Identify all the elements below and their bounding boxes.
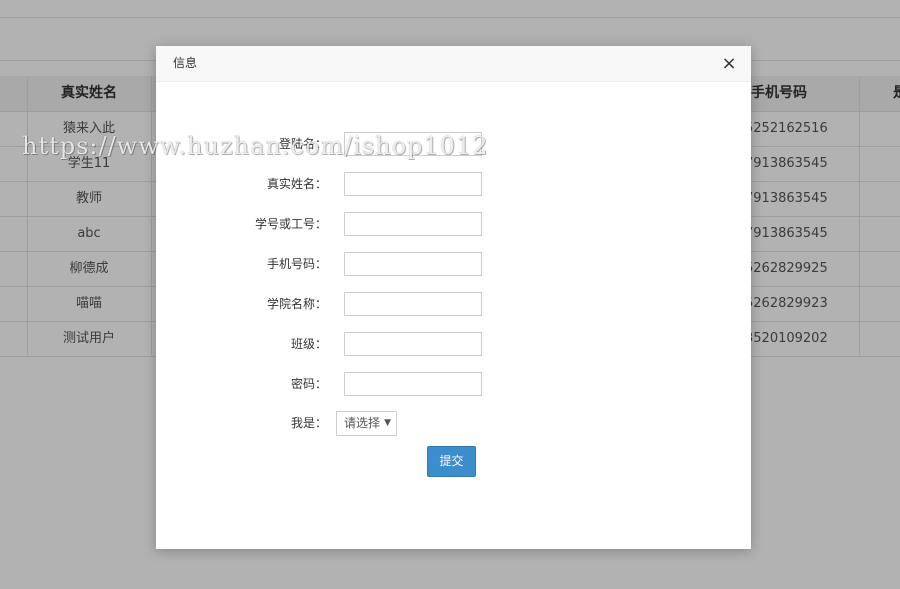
student-id-field[interactable] [344, 212, 482, 236]
form-row-phone: 手机号码： [156, 252, 751, 276]
phone-field[interactable] [344, 252, 482, 276]
form-row-login-name: 登陆名： [156, 132, 751, 156]
class-field[interactable] [344, 332, 482, 356]
college-field[interactable] [344, 292, 482, 316]
form-row-role: 我是： 请选择 ▼ [156, 411, 751, 436]
dialog-title: 信息 [173, 56, 198, 70]
student-id-label: 学号或工号： [254, 217, 327, 231]
login-name-label: 登陆名： [278, 137, 327, 151]
chevron-down-icon: ▼ [384, 418, 391, 428]
form-row-real-name: 真实姓名： [156, 172, 751, 196]
role-select[interactable]: 请选择 ▼ [336, 411, 397, 436]
real-name-label: 真实姓名： [266, 177, 327, 191]
form-row-college: 学院名称： [156, 292, 751, 316]
form-row-student-id: 学号或工号： [156, 212, 751, 236]
submit-button[interactable]: 提交 [427, 446, 476, 477]
password-label: 密码： [290, 377, 327, 391]
college-label: 学院名称： [266, 297, 327, 311]
class-label: 班级： [290, 337, 327, 351]
close-icon[interactable]: × [719, 54, 739, 74]
info-dialog: 信息 × 登陆名： 真实姓名： 学号或工号： 手机号码： 学院名称： 班级： 密… [156, 46, 751, 549]
login-name-field[interactable] [344, 132, 482, 156]
password-field[interactable] [344, 372, 482, 396]
form-row-password: 密码： [156, 372, 751, 396]
role-select-value: 请选择 [344, 416, 381, 430]
dialog-header: 信息 × [156, 46, 751, 82]
form-row-class: 班级： [156, 332, 751, 356]
phone-label: 手机号码： [266, 257, 327, 271]
role-label: 我是： [290, 416, 327, 430]
real-name-field[interactable] [344, 172, 482, 196]
